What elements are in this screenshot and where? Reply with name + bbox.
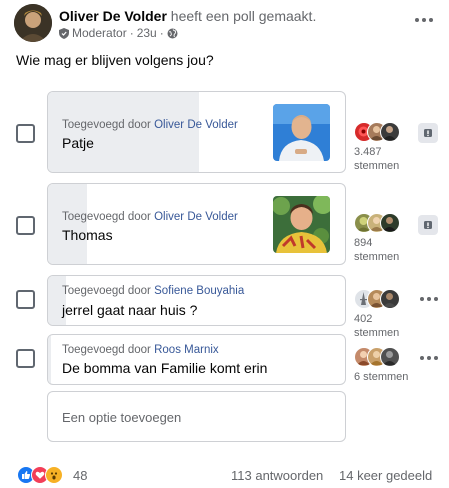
poll-option-4[interactable]: Toegevoegd door Roos Marnix De bomma van… <box>47 334 346 385</box>
vote-action-icon[interactable] <box>418 123 438 143</box>
poll-option-1[interactable]: Toegevoegd door Oliver De Volder Patje <box>47 91 346 173</box>
added-prefix: Toegevoegd door <box>62 285 151 297</box>
vote-count-3[interactable]: 402 stemmen <box>354 312 399 340</box>
option-text: jerrel gaat naar huis ? <box>62 302 198 318</box>
post-header: Oliver De Volder heeft een poll gemaakt.… <box>14 4 435 44</box>
vote-number: 402 <box>354 313 373 325</box>
post-footer: 48 113 antwoorden 14 keer gedeeld <box>0 464 449 486</box>
poll-option-3[interactable]: Toegevoegd door Sofiene Bouyahia jerrel … <box>47 275 346 326</box>
voter-avatars-4[interactable] <box>354 347 416 369</box>
vote-count-2[interactable]: 894 stemmen <box>354 236 399 264</box>
added-by-line: Toegevoegd door Sofiene Bouyahia <box>62 285 244 297</box>
globe-icon <box>167 28 178 39</box>
vote-unit: stemmen <box>354 327 400 339</box>
voter-avatars-2[interactable] <box>354 213 416 235</box>
added-prefix: Toegevoegd door <box>62 119 151 131</box>
add-option-placeholder: Een optie toevoegen <box>62 410 182 425</box>
voter-avatars-1[interactable] <box>354 122 416 144</box>
added-by-name[interactable]: Sofiene Bouyahia <box>154 285 244 297</box>
added-by-name[interactable]: Oliver De Volder <box>154 119 238 131</box>
poll-option-2[interactable]: Toegevoegd door Oliver De Volder Thomas <box>47 183 346 265</box>
more-options-icon[interactable] <box>419 295 439 303</box>
vote-unit: stemmen <box>354 160 400 172</box>
reaction-count[interactable]: 48 <box>73 468 87 483</box>
vote-unit: stemmen <box>354 251 400 263</box>
post-meta: Moderator · 23u · <box>59 26 178 40</box>
author-role: Moderator <box>72 26 127 40</box>
vote-count-4[interactable]: 6 stemmen <box>354 370 408 384</box>
added-by-line: Toegevoegd door Oliver De Volder <box>62 211 238 223</box>
poll-option-checkbox-3[interactable] <box>16 290 35 309</box>
added-prefix: Toegevoegd door <box>62 211 151 223</box>
author-name[interactable]: Oliver De Volder <box>59 8 167 24</box>
vote-bar-4 <box>48 335 51 384</box>
voter-avatar <box>380 289 400 309</box>
added-prefix: Toegevoegd door <box>62 344 151 356</box>
vote-action-icon[interactable] <box>418 215 438 235</box>
vote-bar-1 <box>48 92 200 172</box>
option-text: Patje <box>62 135 94 151</box>
vote-number: 3.487 <box>354 146 382 158</box>
voter-avatar <box>380 122 400 142</box>
added-by-line: Toegevoegd door Roos Marnix <box>62 344 219 356</box>
poll-option-checkbox-2[interactable] <box>16 216 35 235</box>
more-options-icon[interactable] <box>419 354 439 362</box>
post-time[interactable]: 23u <box>137 26 157 40</box>
option-text: De bomma van Familie komt erin <box>62 360 268 376</box>
wow-reaction-icon <box>45 466 63 484</box>
add-option-field[interactable]: Een optie toevoegen <box>47 391 346 442</box>
answers-count[interactable]: 113 antwoorden <box>231 468 323 483</box>
more-options-icon[interactable] <box>412 12 436 28</box>
vote-bar-2 <box>48 184 87 264</box>
poll-option-checkbox-1[interactable] <box>16 124 35 143</box>
reaction-icons[interactable] <box>17 466 69 484</box>
author-avatar[interactable] <box>14 4 52 42</box>
poll-option-checkbox-4[interactable] <box>16 349 35 368</box>
added-by-name[interactable]: Roos Marnix <box>154 344 219 356</box>
author-line: Oliver De Volder heeft een poll gemaakt. <box>59 8 316 24</box>
meta-separator-2: · <box>159 26 164 40</box>
option-photo-1 <box>273 104 330 161</box>
added-by-line: Toegevoegd door Oliver De Volder <box>62 119 238 131</box>
voter-avatar <box>380 347 400 367</box>
shares-count[interactable]: 14 keer gedeeld <box>339 468 432 483</box>
voter-avatar <box>380 213 400 233</box>
poll-question: Wie mag er blijven volgens jou? <box>16 52 214 68</box>
vote-count-1[interactable]: 3.487 stemmen <box>354 145 399 173</box>
meta-separator: · <box>129 26 134 40</box>
option-text: Thomas <box>62 227 113 243</box>
vote-number: 894 <box>354 237 373 249</box>
moderator-shield-icon <box>59 27 69 39</box>
voter-avatars-3[interactable] <box>354 289 416 311</box>
added-by-name[interactable]: Oliver De Volder <box>154 211 238 223</box>
post-action: heeft een poll gemaakt. <box>170 8 317 24</box>
option-photo-2 <box>273 196 330 253</box>
